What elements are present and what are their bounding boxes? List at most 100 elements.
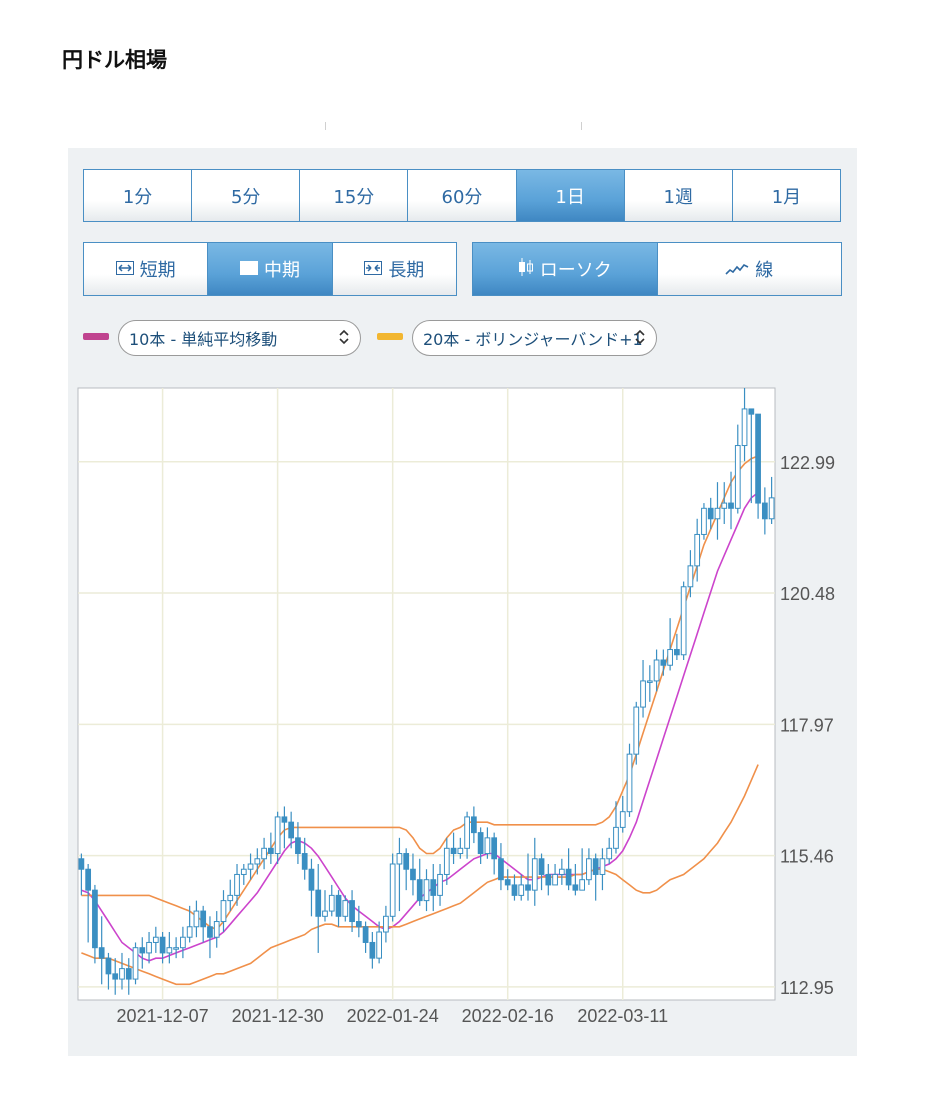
candle-up — [457, 847, 464, 855]
candle-up — [173, 947, 179, 950]
divider-tick — [581, 122, 582, 130]
bollinger-indicator-value: 20本 - ボリンジャーバンド+1 — [423, 330, 643, 349]
candle-down — [315, 889, 322, 917]
candle-up — [186, 926, 193, 938]
timeframe-15min-button[interactable]: 15分 — [300, 170, 409, 221]
candle-up — [619, 811, 626, 828]
candle-down — [301, 853, 308, 870]
candle-down — [538, 858, 545, 875]
candle-down — [349, 900, 355, 923]
timeframe-1min-button[interactable]: 1分 — [84, 170, 193, 221]
candle-up — [599, 858, 606, 875]
line-chart-button[interactable]: 線 — [657, 243, 841, 295]
candle-down — [498, 858, 504, 881]
period-short-button[interactable]: 短期 — [84, 243, 209, 295]
y-tick-label: 122.99 — [780, 453, 835, 473]
candle-up — [166, 947, 173, 954]
x-tick-label: 2022-01-24 — [347, 1006, 439, 1026]
candle-up — [606, 847, 613, 860]
x-tick-label: 2021-12-07 — [117, 1006, 209, 1026]
candle-down — [403, 853, 410, 870]
candle-up — [518, 884, 525, 896]
divider-tick — [325, 122, 326, 130]
candle-up — [193, 910, 200, 928]
candle-down — [362, 926, 369, 943]
candle-down — [728, 502, 734, 509]
page-title: 円ドル相場 — [62, 48, 167, 72]
candle-up — [328, 894, 335, 912]
candle-down — [267, 847, 274, 855]
chart-panel: 1分 5分 15分 60分 1日 1週 1月 短期 中期 長期 ローソク 線 1… — [68, 148, 857, 1056]
candle-up — [721, 502, 728, 509]
period-medium-label: 中期 — [263, 260, 300, 281]
candle-down — [592, 858, 599, 875]
chart-type-toggle: ローソク 線 — [472, 242, 842, 296]
timeframe-1day-button[interactable]: 1日 — [516, 170, 625, 221]
candle-up — [423, 879, 430, 902]
line-chart-icon — [725, 259, 749, 280]
candle-up — [146, 941, 152, 954]
candle-down — [471, 816, 477, 834]
candle-up — [220, 900, 227, 923]
candle-up — [714, 507, 721, 520]
bollinger-indicator-select[interactable]: 20本 - ボリンジャーバンド+1 — [412, 320, 657, 356]
candle-down — [660, 659, 667, 666]
candle-up — [119, 968, 125, 980]
compress-arrows-icon — [364, 259, 383, 280]
timeframe-5min-button[interactable]: 5分 — [192, 170, 301, 221]
candle-down — [78, 858, 85, 870]
candle-up — [680, 586, 687, 656]
candle-down — [707, 507, 714, 520]
candle-up — [213, 921, 220, 938]
timeframe-1week-button[interactable]: 1週 — [624, 170, 733, 221]
candle-down — [308, 868, 315, 891]
candle-down — [139, 947, 146, 954]
candle-up — [626, 753, 633, 813]
candle-down — [281, 816, 288, 823]
candlestick-label: ローソク — [539, 260, 612, 281]
period-toggle: 短期 中期 長期 — [83, 242, 457, 296]
y-tick-label: 112.95 — [780, 978, 834, 998]
candle-up — [613, 826, 619, 849]
candle-up — [579, 879, 586, 891]
candle-down — [565, 868, 572, 886]
period-long-button[interactable]: 長期 — [332, 243, 456, 295]
timeframe-1month-button[interactable]: 1月 — [732, 170, 840, 221]
sma-legend-swatch — [83, 333, 109, 340]
candle-up — [376, 931, 382, 959]
y-tick-label: 115.46 — [780, 847, 834, 867]
candle-down — [98, 947, 105, 959]
candle-up — [768, 497, 775, 520]
timeframe-60min-button[interactable]: 60分 — [408, 170, 517, 221]
square-icon — [239, 259, 258, 280]
sma-indicator-select[interactable]: 10本 - 単純平均移動 — [118, 320, 361, 356]
candle-up — [443, 847, 450, 875]
y-tick-label: 117.97 — [780, 715, 834, 735]
candle-down — [430, 879, 437, 896]
candle-up — [227, 894, 234, 902]
candle-down — [112, 973, 119, 980]
candle-up — [322, 910, 328, 917]
x-tick-label: 2022-02-16 — [462, 1006, 554, 1026]
candle-up — [667, 649, 673, 666]
candle-down — [525, 884, 531, 891]
candle-up — [234, 873, 240, 896]
candle-up — [552, 873, 558, 886]
candle-down — [200, 910, 207, 928]
candle-down — [545, 873, 552, 886]
expand-arrows-icon — [115, 259, 134, 280]
candlestick-button[interactable]: ローソク — [473, 243, 658, 295]
candle-up — [180, 936, 186, 949]
candle-down — [355, 921, 362, 928]
candle-up — [741, 408, 748, 447]
updown-chevron-icon — [634, 328, 646, 350]
candle-down — [159, 936, 166, 954]
period-medium-button[interactable]: 中期 — [208, 243, 333, 295]
candle-down — [410, 868, 416, 881]
candle-down — [288, 821, 295, 839]
candle-down — [105, 957, 112, 975]
candle-up — [701, 507, 707, 535]
y-tick-label: 120.48 — [780, 584, 835, 604]
candle-down — [748, 408, 755, 415]
bollinger-legend-swatch — [377, 333, 403, 340]
